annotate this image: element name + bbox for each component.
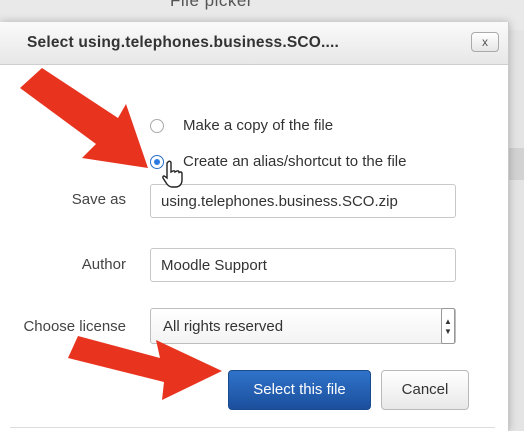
arrow-icon (68, 336, 222, 400)
arrow-icon (20, 68, 148, 168)
annotation-arrows (20, 68, 222, 400)
hand-cursor-icon (162, 160, 183, 188)
